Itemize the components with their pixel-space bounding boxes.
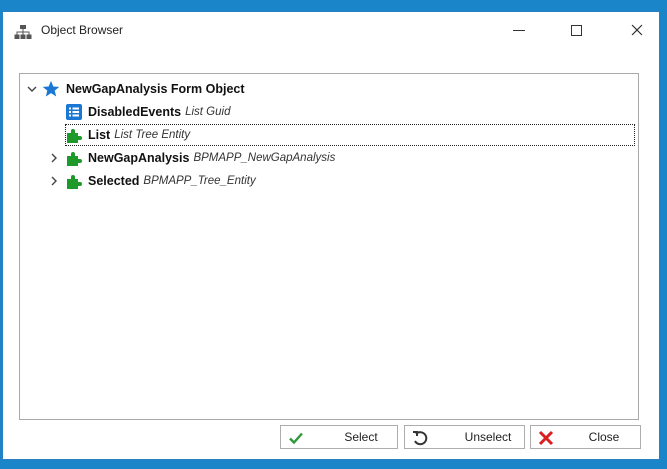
tree-node-type: BPMAPP_NewGapAnalysis <box>193 152 336 164</box>
select-button-label: Select <box>344 430 378 444</box>
maximize-button[interactable] <box>553 12 599 48</box>
tree-node-label: DisabledEvents <box>88 105 182 119</box>
tree-node-list[interactable]: List List Tree Entity <box>65 124 635 146</box>
select-button[interactable]: Select <box>280 425 398 449</box>
tree-node-label: NewGapAnalysis <box>88 151 190 165</box>
tree-node-label: List <box>88 128 111 142</box>
tree-root-label: NewGapAnalysis Form Object <box>66 82 245 96</box>
tree-node-label: Selected <box>88 174 140 188</box>
star-icon <box>42 80 60 97</box>
tree-node-selected[interactable]: Selected BPMAPP_Tree_Entity <box>48 171 256 191</box>
list-icon <box>66 104 82 120</box>
chevron-right-icon[interactable] <box>48 152 60 164</box>
close-button[interactable]: Close <box>530 425 641 449</box>
close-window-button[interactable] <box>614 12 660 48</box>
close-icon <box>631 24 643 36</box>
tree-node-type: BPMAPP_Tree_Entity <box>143 175 256 187</box>
tree-root-node[interactable]: NewGapAnalysis Form Object <box>26 79 245 99</box>
chevron-right-icon[interactable] <box>48 175 60 187</box>
puzzle-icon <box>67 175 82 189</box>
unselect-button-label: Unselect <box>464 430 512 444</box>
tree-node-newgapanalysis[interactable]: NewGapAnalysis BPMAPP_NewGapAnalysis <box>48 148 335 168</box>
puzzle-icon <box>67 129 82 143</box>
hierarchy-icon <box>14 25 32 39</box>
minimize-icon <box>513 29 525 31</box>
object-tree[interactable]: NewGapAnalysis Form Object DisabledEvent… <box>19 73 639 420</box>
puzzle-icon <box>67 152 82 166</box>
checkmark-icon <box>289 432 303 445</box>
window-title: Object Browser <box>41 23 124 37</box>
tree-node-type: List Tree Entity <box>114 129 191 141</box>
undo-icon <box>413 431 428 446</box>
tree-node-disabledevents[interactable]: DisabledEvents List Guid <box>66 102 230 122</box>
unselect-button[interactable]: Unselect <box>404 425 525 449</box>
maximize-icon <box>570 24 582 36</box>
object-browser-window: Object Browser NewGapAnalysis Form Objec… <box>2 11 660 460</box>
close-button-label: Close <box>588 430 620 444</box>
x-icon <box>538 430 554 446</box>
chevron-down-icon[interactable] <box>26 83 38 95</box>
title-bar[interactable]: Object Browser <box>3 12 659 48</box>
tree-node-type: List Guid <box>185 106 231 118</box>
minimize-button[interactable] <box>496 12 542 48</box>
